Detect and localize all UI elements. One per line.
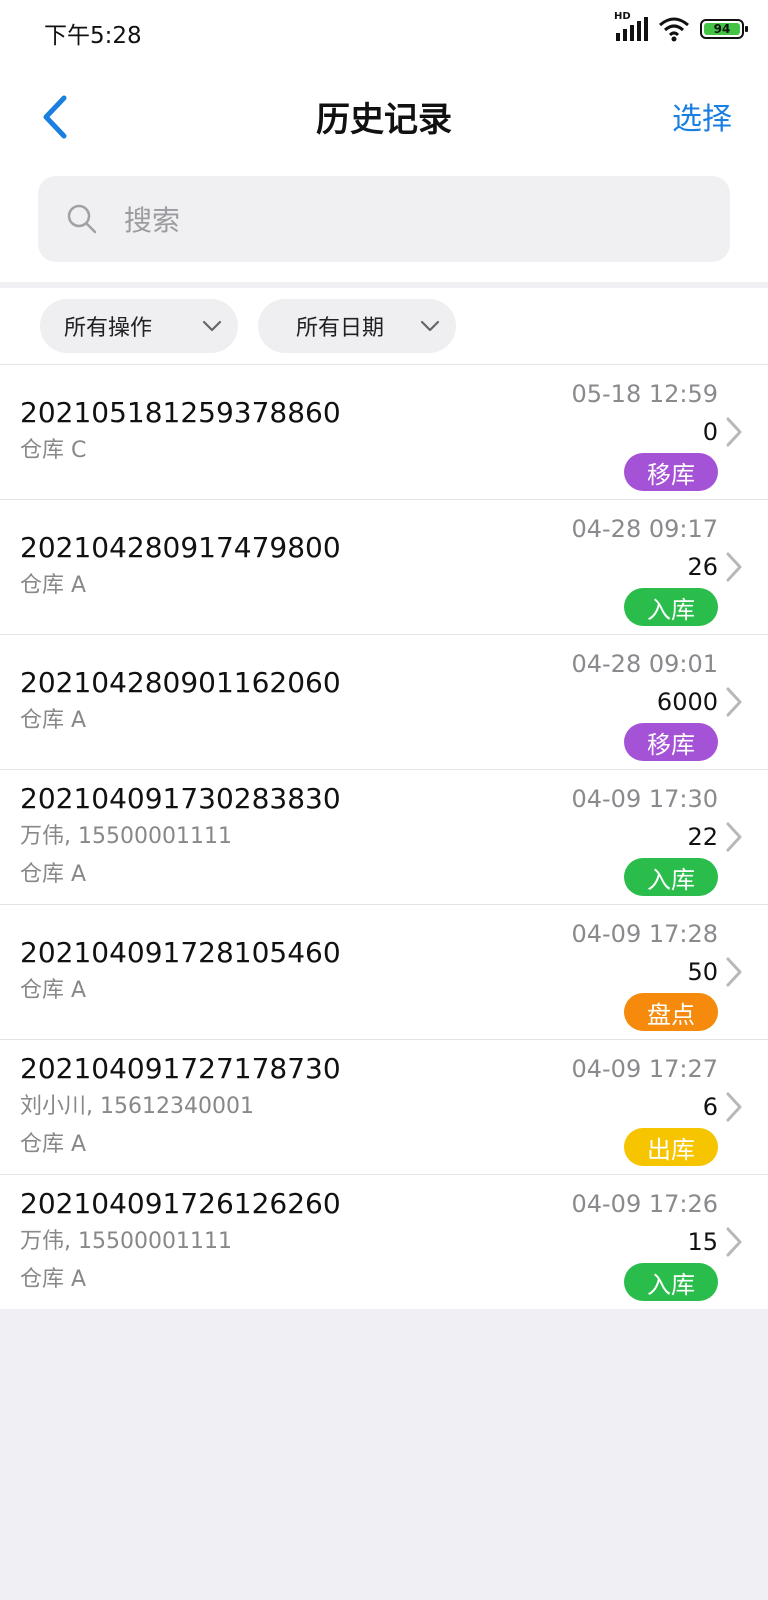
date-filter-dropdown[interactable]: 所有日期	[258, 299, 456, 353]
record-warehouse: 仓库 A	[20, 978, 87, 1003]
navigation-bar: 历史记录 选择	[0, 62, 768, 172]
record-date: 04-28 09:17	[571, 515, 718, 543]
record-code: 202104091728105460	[20, 936, 341, 969]
page-title: 历史记录	[316, 100, 452, 140]
record-date: 04-09 17:26	[571, 1190, 718, 1218]
record-meta: 05-18 12:59 0 移库	[571, 375, 718, 491]
chevron-right-icon	[726, 1227, 742, 1257]
record-type-badge: 移库	[624, 453, 718, 491]
record-contact: 刘小川, 15612340001	[20, 1094, 254, 1119]
record-info: 202104280917479800 仓库 A	[20, 500, 341, 634]
record-warehouse: 仓库 C	[20, 438, 87, 463]
record-quantity: 6000	[656, 688, 718, 716]
record-warehouse: 仓库 A	[20, 573, 87, 598]
record-meta: 04-09 17:26 15 入库	[571, 1185, 718, 1301]
record-type-badge: 移库	[624, 723, 718, 761]
record-type-badge: 入库	[624, 858, 718, 896]
record-quantity: 0	[702, 418, 718, 446]
record-date: 04-28 09:01	[571, 650, 718, 678]
record-row[interactable]: 202105181259378860 仓库 C 05-18 12:59 0 移库	[0, 365, 768, 500]
chevron-right-icon	[726, 417, 742, 447]
record-type-badge: 入库	[624, 588, 718, 626]
record-code: 202104091726126260	[20, 1187, 341, 1220]
record-code: 202104280917479800	[20, 531, 341, 564]
record-date: 05-18 12:59	[571, 380, 718, 408]
search-icon	[67, 204, 97, 234]
record-code: 202105181259378860	[20, 396, 341, 429]
record-quantity: 50	[687, 958, 718, 986]
record-type-badge: 入库	[624, 1263, 718, 1301]
record-list: 202105181259378860 仓库 C 05-18 12:59 0 移库 2021…	[0, 365, 768, 1309]
record-type-badge: 出库	[624, 1128, 718, 1166]
search-container: 搜索	[0, 172, 768, 282]
record-info: 202104091728105460 仓库 A	[20, 905, 341, 1039]
record-code: 202104091727178730	[20, 1052, 341, 1085]
status-bar: 下午5:28 HD 94	[0, 0, 768, 62]
search-input[interactable]: 搜索	[38, 176, 730, 262]
record-row[interactable]: 202104091727178730 刘小川, 15612340001 仓库 A 04…	[0, 1040, 768, 1175]
record-meta: 04-09 17:30 22 入库	[571, 780, 718, 896]
record-quantity: 15	[687, 1228, 718, 1256]
operation-filter-label: 所有操作	[64, 316, 153, 341]
record-warehouse: 仓库 A	[20, 1132, 87, 1157]
battery-icon: 94	[700, 19, 748, 39]
signal-icon: HD	[614, 11, 648, 41]
record-quantity: 22	[687, 823, 718, 851]
record-quantity: 26	[687, 553, 718, 581]
status-icons: HD 94	[614, 11, 748, 42]
record-info: 202104280901162060 仓库 A	[20, 635, 341, 769]
record-row[interactable]: 202104091728105460 仓库 A 04-09 17:28 50 盘点	[0, 905, 768, 1040]
record-contact: 万伟, 15500001111	[20, 824, 232, 849]
record-info: 202104091726126260 万伟, 15500001111 仓库 A	[20, 1175, 341, 1309]
record-row[interactable]: 202104091730283830 万伟, 15500001111 仓库 A 04-…	[0, 770, 768, 905]
record-contact: 万伟, 15500001111	[20, 1229, 232, 1254]
record-warehouse: 仓库 A	[20, 708, 87, 733]
record-meta: 04-28 09:01 6000 移库	[571, 645, 718, 761]
record-meta: 04-09 17:28 50 盘点	[571, 915, 718, 1031]
search-placeholder: 搜索	[124, 204, 181, 237]
record-date: 04-09 17:27	[571, 1055, 718, 1083]
record-type-badge: 盘点	[624, 993, 718, 1031]
record-code: 202104280901162060	[20, 666, 341, 699]
record-date: 04-09 17:30	[571, 785, 718, 813]
record-meta: 04-09 17:27 6 出库	[571, 1050, 718, 1166]
record-code: 202104091730283830	[20, 782, 341, 815]
record-meta: 04-28 09:17 26 入库	[571, 510, 718, 626]
record-warehouse: 仓库 A	[20, 862, 87, 887]
battery-level: 94	[704, 22, 740, 36]
record-row[interactable]: 202104280901162060 仓库 A 04-28 09:01 6000 移库	[0, 635, 768, 770]
filter-bar: 所有操作 所有日期	[0, 288, 768, 365]
record-quantity: 6	[702, 1093, 718, 1121]
status-time: 下午5:28	[44, 23, 142, 49]
chevron-right-icon	[726, 822, 742, 852]
select-button[interactable]: 选择	[672, 94, 732, 138]
chevron-right-icon	[726, 1092, 742, 1122]
header-area: 下午5:28 HD 94 历史记录 选择 搜索	[0, 0, 768, 282]
chevron-down-icon	[420, 320, 440, 332]
chevron-down-icon	[202, 320, 222, 332]
wifi-icon	[659, 17, 689, 42]
chevron-right-icon	[726, 552, 742, 582]
record-info: 202104091730283830 万伟, 15500001111 仓库 A	[20, 770, 341, 904]
record-info: 202104091727178730 刘小川, 15612340001 仓库 A	[20, 1040, 341, 1174]
chevron-right-icon	[726, 687, 742, 717]
record-row[interactable]: 202104091726126260 万伟, 15500001111 仓库 A 04-…	[0, 1175, 768, 1309]
record-warehouse: 仓库 A	[20, 1267, 87, 1292]
record-info: 202105181259378860 仓库 C	[20, 365, 341, 499]
record-date: 04-09 17:28	[571, 920, 718, 948]
hd-label: HD	[614, 11, 631, 22]
date-filter-label: 所有日期	[296, 316, 385, 341]
record-row[interactable]: 202104280917479800 仓库 A 04-28 09:17 26 入库	[0, 500, 768, 635]
operation-filter-dropdown[interactable]: 所有操作	[40, 299, 238, 353]
chevron-right-icon	[726, 957, 742, 987]
